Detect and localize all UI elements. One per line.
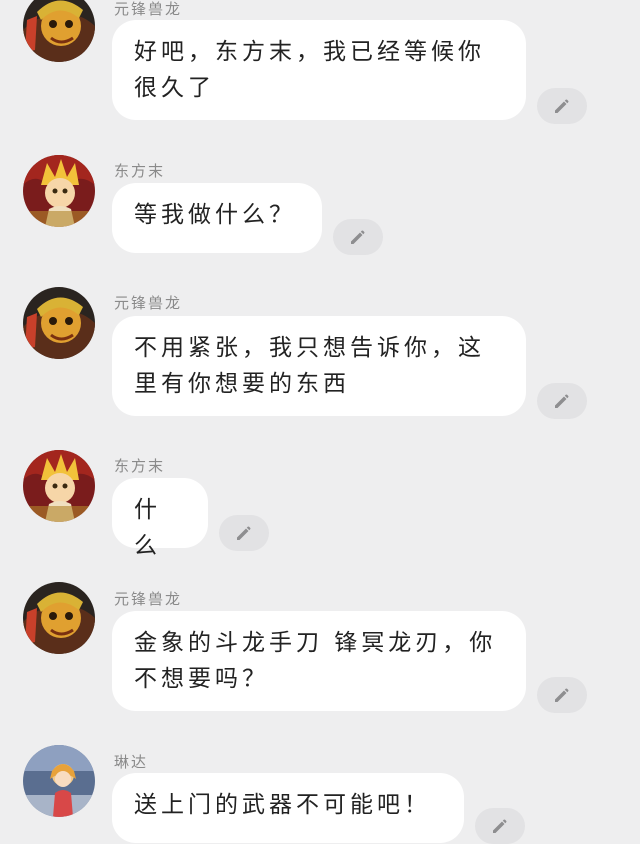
message-bubble[interactable]: 送上门的武器不可能吧！ [112,773,464,843]
message-bubble[interactable]: 什么 [112,478,208,559]
edit-button[interactable] [537,383,587,419]
dongfangmo-avatar-image [23,155,95,227]
edit-button[interactable] [537,88,587,124]
avatar[interactable] [23,582,95,654]
linda-avatar-image [23,745,95,817]
sender-name: 元锋兽龙 [114,0,183,18]
message-bubble[interactable]: 金象的斗龙手刀 锋冥龙刃，你不想要吗？ [112,611,526,711]
sender-name: 元锋兽龙 [114,590,183,608]
pencil-icon [555,394,569,408]
avatar[interactable] [23,287,95,359]
avatar[interactable] [23,450,95,522]
edit-button[interactable] [537,677,587,713]
yuanfeng-avatar-image [23,287,95,359]
sender-name: 元锋兽龙 [114,294,183,312]
pencil-icon [351,230,365,244]
yuanfeng-avatar-image [23,582,95,654]
avatar[interactable] [23,0,95,62]
edit-button[interactable] [219,515,269,551]
pencil-icon [237,526,251,540]
sender-name: 东方末 [114,162,166,180]
edit-button[interactable] [333,219,383,255]
pencil-icon [555,99,569,113]
message-bubble[interactable]: 不用紧张，我只想告诉你，这里有你想要的东西 [112,316,526,416]
avatar[interactable] [23,745,95,817]
sender-name: 琳达 [114,753,149,771]
edit-button[interactable] [475,808,525,844]
yuanfeng-avatar-image [23,0,95,62]
sender-name: 东方末 [114,457,166,475]
message-bubble[interactable]: 好吧，东方末，我已经等候你很久了 [112,20,526,120]
avatar[interactable] [23,155,95,227]
pencil-icon [493,819,507,833]
pencil-icon [555,688,569,702]
dongfangmo-avatar-image [23,450,95,522]
message-bubble[interactable]: 等我做什么？ [112,183,322,253]
